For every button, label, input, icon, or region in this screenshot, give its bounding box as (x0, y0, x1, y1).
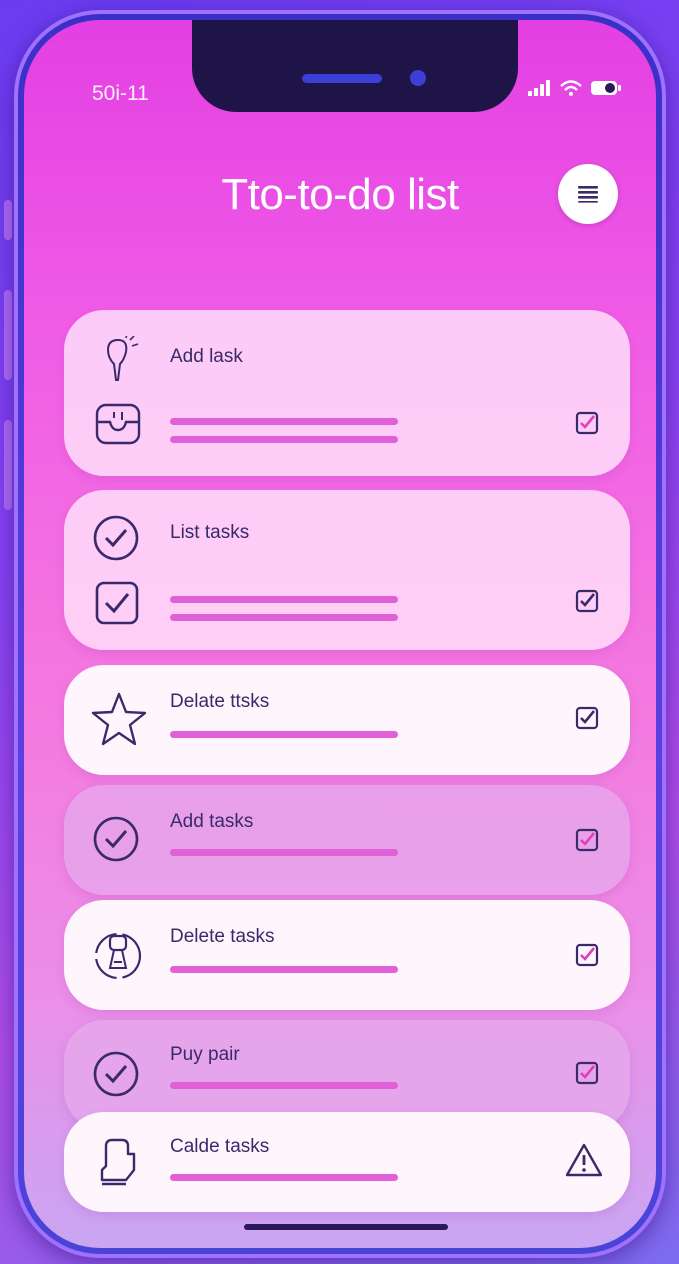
task-card[interactable]: Add lask (64, 310, 630, 476)
checkbox-checked-icon[interactable] (574, 705, 600, 731)
phone-frame: 50i-11 Tto-to-do list Add lask List task… (14, 10, 666, 1258)
checkbox-checked-icon[interactable] (574, 942, 600, 968)
task-card[interactable]: Delate ttsks (64, 665, 630, 775)
robot-icon (94, 932, 142, 980)
task-card[interactable]: List tasks (64, 490, 630, 650)
task-card[interactable]: Calde tasks (64, 1112, 630, 1212)
task-label: Add lask (170, 346, 243, 367)
inbox-icon (95, 403, 141, 445)
star-icon (91, 692, 147, 746)
task-progress-bar (170, 418, 398, 425)
task-label: Delete tasks (170, 926, 275, 947)
check-circle-icon (93, 1051, 139, 1097)
home-indicator[interactable] (244, 1224, 448, 1230)
speaker (302, 74, 382, 83)
checkbox-checked-icon[interactable] (574, 1060, 600, 1086)
side-button-volume-up (4, 290, 12, 380)
task-card[interactable]: Delete tasks (64, 900, 630, 1010)
check-circle-icon (93, 515, 139, 561)
task-label: List tasks (170, 522, 250, 543)
document-icon (100, 1138, 136, 1186)
task-progress-bar (170, 1082, 398, 1089)
menu-button[interactable] (558, 164, 618, 224)
task-label: Add tasks (170, 811, 254, 832)
check-circle-icon (93, 816, 139, 862)
task-label: Delate ttsks (170, 691, 270, 712)
side-button-mute (4, 200, 12, 240)
phone-screen: 50i-11 Tto-to-do list Add lask List task… (24, 20, 656, 1248)
task-card[interactable]: Add tasks (64, 785, 630, 895)
task-progress-bar (170, 849, 398, 856)
hamburger-menu-icon (578, 186, 598, 203)
status-time: 50i-11 (92, 82, 149, 105)
checkbox-checked-icon[interactable] (574, 410, 600, 436)
task-progress-bar (170, 596, 398, 603)
task-progress-bar (170, 614, 398, 621)
status-icons (528, 80, 622, 96)
checkbox-checked-icon[interactable] (574, 827, 600, 853)
task-label: Calde tasks (170, 1136, 270, 1157)
checkbox-checked-icon[interactable] (574, 588, 600, 614)
task-progress-bar (170, 1174, 398, 1181)
checkbox-icon (95, 581, 139, 625)
task-progress-bar (170, 436, 398, 443)
task-label: Puy pair (170, 1044, 240, 1065)
task-progress-bar (170, 966, 398, 973)
signal-icon (528, 80, 550, 96)
notch (192, 20, 518, 112)
lightbulb-icon (106, 336, 139, 381)
side-button-volume-down (4, 420, 12, 510)
front-camera (410, 70, 426, 86)
task-progress-bar (170, 731, 398, 738)
wifi-icon (560, 80, 582, 96)
warning-icon[interactable] (564, 1142, 604, 1178)
battery-icon (591, 81, 621, 95)
